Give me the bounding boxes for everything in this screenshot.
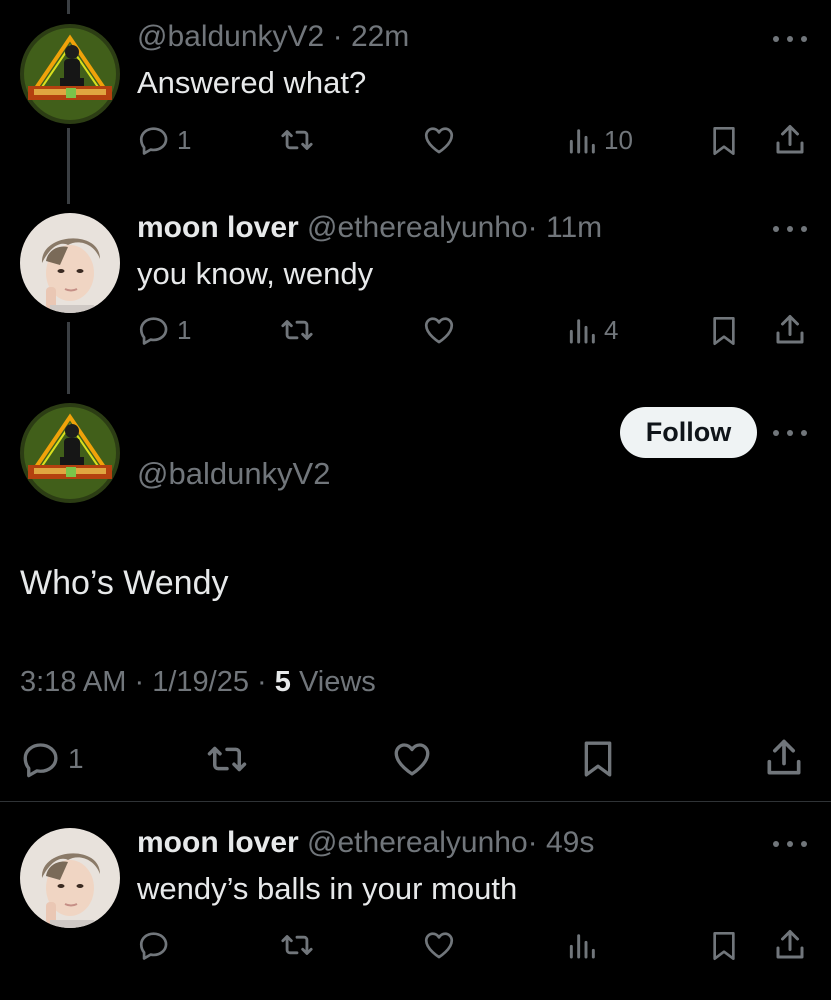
- views-button[interactable]: 10: [566, 123, 633, 157]
- share-button[interactable]: [762, 735, 806, 781]
- views-count[interactable]: 5: [275, 666, 291, 698]
- share-button[interactable]: [772, 312, 808, 348]
- avatar-baldunky[interactable]: [20, 403, 120, 503]
- like-button[interactable]: [421, 123, 457, 157]
- user-handle[interactable]: @etherealyunho: [307, 211, 528, 244]
- timestamp[interactable]: 22m: [351, 20, 409, 53]
- views-label[interactable]: Views: [299, 666, 376, 698]
- more-options-icon[interactable]: [773, 838, 807, 848]
- tweet-text: Answered what?: [137, 65, 367, 100]
- more-options-icon[interactable]: [773, 223, 807, 233]
- share-icon: [776, 930, 804, 959]
- analytics-icon: [569, 934, 595, 959]
- heart-icon: [424, 317, 454, 344]
- reply-button[interactable]: [137, 928, 171, 962]
- retweet-button[interactable]: [278, 123, 316, 157]
- retweet-button[interactable]: [203, 738, 251, 780]
- separator: ·: [257, 666, 267, 698]
- tweet-header: moon lover @etherealyunho· 49s: [137, 825, 594, 861]
- heart-icon: [424, 932, 454, 959]
- reply-icon: [139, 317, 168, 345]
- share-icon: [776, 315, 804, 344]
- reply-icon: [139, 932, 168, 960]
- separator: ·: [527, 211, 538, 244]
- post-time: 3:18 AM: [20, 666, 127, 698]
- thread-line: [67, 128, 70, 204]
- view-count: 10: [604, 124, 633, 155]
- tweet-text: you know, wendy: [137, 256, 374, 291]
- retweet-icon: [281, 320, 313, 340]
- retweet-button[interactable]: [278, 313, 316, 347]
- bookmark-button[interactable]: [708, 313, 740, 349]
- tweet-header: moon lover @etherealyunho· 11m: [137, 210, 602, 246]
- share-icon: [776, 125, 804, 154]
- divider: [0, 801, 831, 802]
- retweet-icon: [281, 935, 313, 955]
- follow-button[interactable]: Follow: [620, 407, 757, 458]
- like-button[interactable]: [390, 738, 434, 780]
- post-date: 1/19/25: [152, 666, 249, 698]
- thread-line: [67, 322, 70, 394]
- tweet-text: wendy’s balls in your mouth: [137, 871, 518, 906]
- user-handle[interactable]: @baldunkyV2: [137, 456, 330, 492]
- bookmark-button[interactable]: [578, 736, 618, 782]
- user-handle[interactable]: @etherealyunho: [307, 826, 528, 859]
- retweet-icon: [281, 130, 313, 150]
- reply-count: 1: [177, 124, 192, 155]
- display-name[interactable]: moon lover: [137, 826, 299, 859]
- analytics-icon: [569, 319, 595, 344]
- more-options-icon[interactable]: [773, 427, 807, 437]
- user-handle[interactable]: @baldunkyV2: [137, 20, 324, 53]
- avatar-moon-lover[interactable]: [20, 213, 120, 313]
- like-button[interactable]: [421, 313, 457, 347]
- retweet-icon: [207, 746, 247, 772]
- analytics-icon: [569, 129, 595, 154]
- reply-button[interactable]: 1: [20, 738, 84, 780]
- heart-icon: [424, 127, 454, 154]
- view-count: 4: [604, 314, 619, 345]
- tweet-meta: 3:18 AM · 1/19/25 · 5 Views: [20, 666, 376, 699]
- views-button[interactable]: 4: [566, 313, 618, 347]
- timestamp[interactable]: 49s: [546, 826, 594, 859]
- reply-button[interactable]: 1: [137, 313, 191, 347]
- bookmark-icon: [584, 741, 612, 777]
- more-options-icon[interactable]: [773, 33, 807, 43]
- bookmark-button[interactable]: [708, 928, 740, 964]
- share-icon: [767, 739, 801, 775]
- like-button[interactable]: [421, 928, 457, 962]
- separator: ·: [134, 666, 145, 698]
- reply-button[interactable]: 1: [137, 123, 191, 157]
- avatar-baldunky[interactable]: [20, 24, 120, 124]
- views-button[interactable]: [566, 928, 598, 962]
- retweet-button[interactable]: [278, 928, 316, 962]
- reply-icon: [139, 127, 168, 155]
- bookmark-icon: [713, 127, 735, 155]
- display-name[interactable]: moon lover: [137, 211, 299, 244]
- reply-count: 1: [68, 743, 84, 774]
- thread-line-top: [67, 0, 70, 14]
- separator: ·: [332, 20, 343, 53]
- avatar-moon-lover[interactable]: [20, 828, 120, 928]
- bookmark-button[interactable]: [708, 123, 740, 159]
- share-button[interactable]: [772, 122, 808, 158]
- bookmark-icon: [713, 317, 735, 345]
- share-button[interactable]: [772, 927, 808, 963]
- separator: ·: [527, 826, 538, 859]
- reply-count: 1: [177, 314, 192, 345]
- tweet-header: @baldunkyV2 · 22m: [137, 19, 409, 55]
- bookmark-icon: [713, 932, 735, 960]
- reply-icon: [23, 743, 58, 778]
- heart-icon: [394, 743, 430, 776]
- tweet-text: Who’s Wendy: [20, 564, 229, 602]
- timestamp[interactable]: 11m: [546, 211, 602, 244]
